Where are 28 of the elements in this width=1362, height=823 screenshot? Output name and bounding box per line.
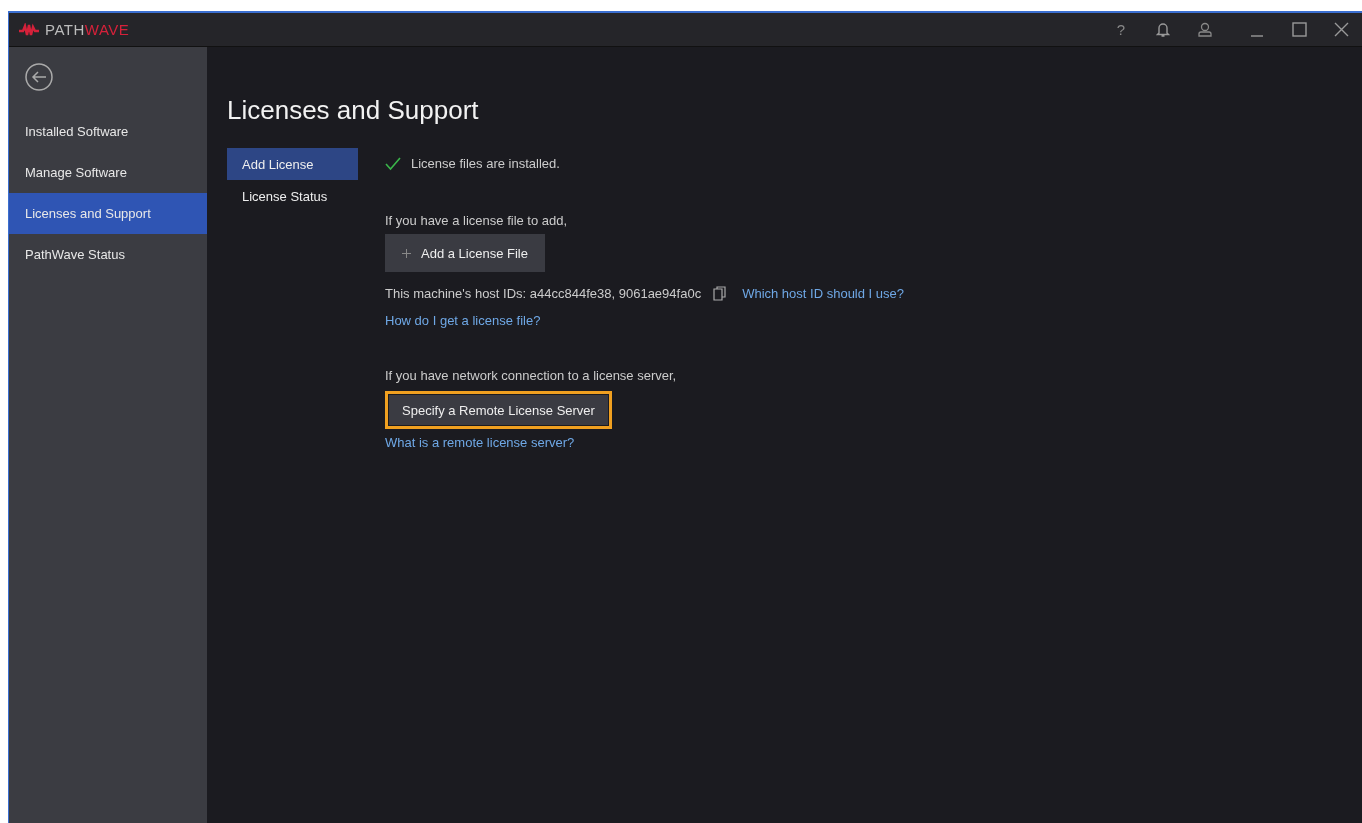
sidebar-item[interactable]: Licenses and Support bbox=[9, 193, 207, 234]
copy-icon[interactable] bbox=[713, 286, 727, 301]
sidebar-item[interactable]: Installed Software bbox=[9, 111, 207, 152]
maximize-icon bbox=[1291, 22, 1307, 37]
check-icon bbox=[385, 156, 401, 171]
close-icon bbox=[1333, 22, 1349, 37]
section-intro: If you have a license file to add, bbox=[385, 213, 568, 228]
back-button[interactable] bbox=[23, 61, 55, 93]
subnav-tab[interactable]: License Status bbox=[227, 180, 358, 212]
page-title: Licenses and Support bbox=[227, 95, 480, 126]
add-license-file-button[interactable]: Add a License File bbox=[385, 234, 545, 272]
help-button[interactable]: ? bbox=[1100, 13, 1142, 46]
logo-text: PATHWAVE bbox=[45, 21, 130, 38]
status-message: License files are installed. bbox=[411, 156, 560, 171]
sidebar-item[interactable]: Manage Software bbox=[9, 152, 207, 193]
bell-icon bbox=[1156, 21, 1170, 38]
user-icon bbox=[1197, 22, 1213, 37]
license-file-help-link[interactable]: How do I get a license file? bbox=[385, 313, 541, 328]
host-id-help-link[interactable]: Which host ID should I use? bbox=[742, 286, 904, 301]
host-ids-text: This machine's host IDs: a44cc844fe38, 9061ae94fa0c bbox=[385, 286, 702, 301]
section-intro: If you have network connection to a license server, bbox=[385, 368, 677, 383]
plus-icon bbox=[402, 248, 411, 258]
sidebar-item[interactable]: PathWave Status bbox=[9, 234, 207, 275]
remote-server-help-link[interactable]: What is a remote license server? bbox=[385, 435, 575, 450]
remote-server-button[interactable]: Specify a Remote License Server bbox=[385, 391, 612, 429]
wave-logo-icon bbox=[19, 22, 39, 37]
subnav-tab[interactable]: Add License bbox=[227, 148, 358, 180]
minimize-icon bbox=[1250, 34, 1264, 37]
